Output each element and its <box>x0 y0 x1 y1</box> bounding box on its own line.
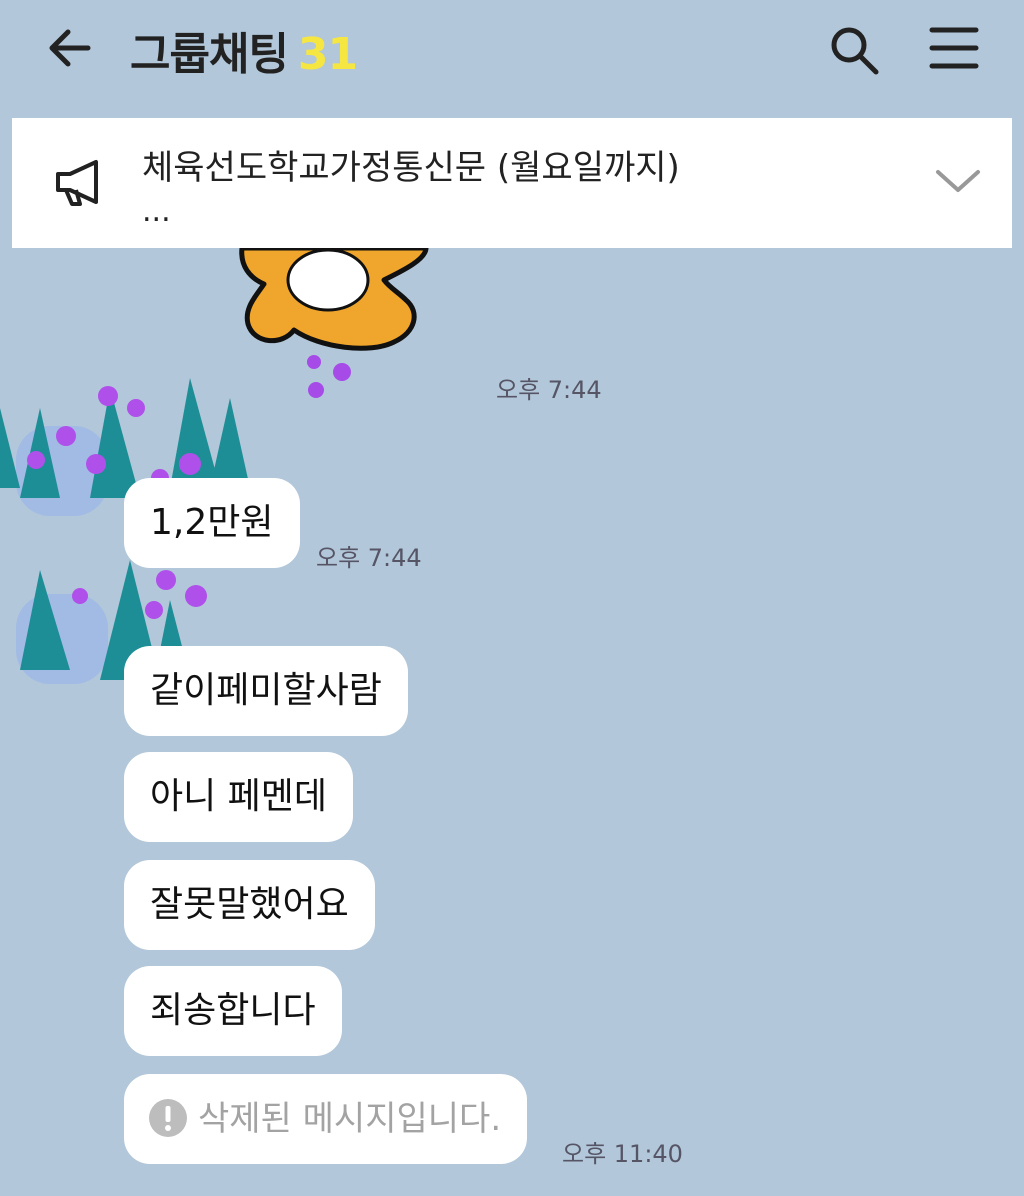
message-bubble[interactable]: 아니 페멘데 <box>124 752 354 842</box>
message-timestamp: 오후 11:40 <box>562 1140 683 1168</box>
message-timestamp: 오후 7:44 <box>316 544 422 572</box>
menu-icon[interactable] <box>928 24 980 72</box>
notice-ellipsis: ... <box>142 194 171 229</box>
deleted-message-text: 삭제된 메시지입니다. <box>198 1099 502 1139</box>
chevron-down-icon[interactable] <box>932 164 984 198</box>
chat-title: 그룹채팅 31 <box>130 18 358 82</box>
back-arrow-icon[interactable] <box>44 22 96 74</box>
bear-sticker[interactable] <box>230 248 430 368</box>
sticker-timestamp: 오후 7:44 <box>496 376 602 404</box>
chat-header: 그룹채팅 31 <box>0 0 1024 116</box>
search-icon[interactable] <box>826 22 882 78</box>
avatar[interactable] <box>16 426 108 516</box>
avatar[interactable] <box>16 594 108 684</box>
exclamation-icon <box>149 1099 187 1137</box>
notice-text: 체육선도학교가정통신문 (월요일까지) <box>142 148 680 188</box>
message-bubble[interactable]: 1,2만원 <box>124 478 300 568</box>
deleted-message-bubble[interactable]: 삭제된 메시지입니다. <box>124 1074 528 1164</box>
message-bubble[interactable]: 같이페미할사람 <box>124 646 408 736</box>
chat-room-name: 그룹채팅 <box>130 29 289 80</box>
member-count: 31 <box>297 29 358 80</box>
notice-banner[interactable]: 체육선도학교가정통신문 (월요일까지) ... <box>12 118 1012 248</box>
message-bubble[interactable]: 죄송합니다 <box>124 966 342 1056</box>
message-bubble[interactable]: 잘못말했어요 <box>124 860 375 950</box>
megaphone-icon <box>56 160 98 206</box>
